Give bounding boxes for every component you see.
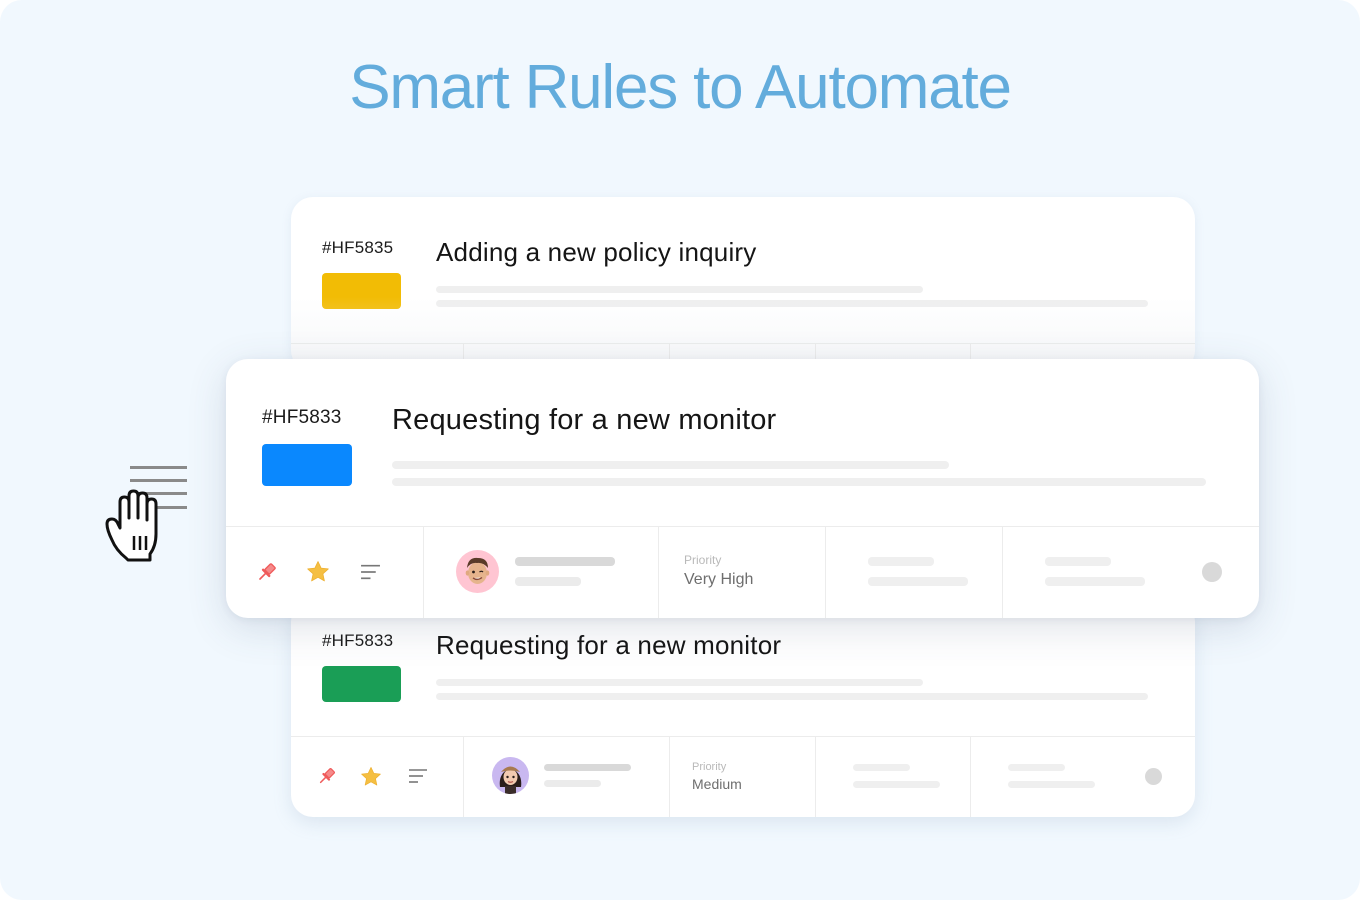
status-tag (262, 444, 352, 486)
ticket-card-monitor-medium[interactable]: #HF5833 Requesting for a new monitor Pri… (291, 600, 1195, 817)
skeleton-line (1045, 557, 1111, 566)
hero-canvas: Smart Rules to Automate #HF5835 Adding a… (0, 0, 1360, 900)
star-icon[interactable] (306, 560, 330, 583)
skeleton-line (436, 679, 923, 686)
skeleton-line (1008, 781, 1095, 788)
ticket-footer: Priority Medium (291, 736, 1195, 817)
skeleton-line (515, 557, 615, 566)
ticket-id: #HF5833 (322, 631, 394, 650)
skeleton-line (436, 693, 1148, 700)
status-dot[interactable] (1202, 562, 1222, 582)
assignee-avatar[interactable] (492, 757, 529, 794)
ticket-title: Requesting for a new monitor (392, 404, 777, 436)
skeleton-line (515, 577, 581, 586)
skeleton-line (392, 478, 1206, 486)
skeleton-line (1045, 577, 1145, 586)
ticket-id: #HF5835 (322, 238, 394, 257)
sort-lines-icon[interactable] (360, 563, 381, 581)
ticket-card-monitor-very-high[interactable]: #HF5833 Requesting for a new monitor Pri… (226, 359, 1259, 618)
ticket-card-policy-inquiry[interactable]: #HF5835 Adding a new policy inquiry (291, 197, 1195, 372)
pin-icon[interactable] (256, 561, 278, 583)
ticket-title: Requesting for a new monitor (436, 630, 782, 660)
grab-hand-cursor-icon (105, 466, 187, 562)
priority-label: Priority (692, 761, 727, 773)
priority-label: Priority (684, 553, 722, 567)
status-tag (322, 666, 401, 702)
ticket-id: #HF5833 (262, 407, 342, 428)
skeleton-line (868, 557, 934, 566)
sort-lines-icon[interactable] (408, 768, 428, 784)
skeleton-line (544, 764, 631, 771)
status-tag (322, 273, 401, 309)
skeleton-line (853, 781, 940, 788)
skeleton-line (392, 461, 949, 469)
headline: Smart Rules to Automate (349, 53, 1012, 122)
skeleton-line (436, 300, 1148, 307)
skeleton-line (853, 764, 910, 771)
skeleton-line (544, 780, 601, 787)
assignee-avatar[interactable] (456, 550, 499, 593)
priority-value[interactable]: Very High (684, 571, 753, 589)
pin-icon[interactable] (317, 766, 337, 786)
skeleton-line (1008, 764, 1065, 771)
star-icon[interactable] (360, 766, 382, 787)
status-dot[interactable] (1145, 768, 1162, 785)
skeleton-line (868, 577, 968, 586)
priority-value[interactable]: Medium (692, 776, 742, 792)
ticket-title: Adding a new policy inquiry (436, 237, 757, 267)
skeleton-line (436, 286, 923, 293)
ticket-footer: Priority Very High (226, 526, 1259, 618)
